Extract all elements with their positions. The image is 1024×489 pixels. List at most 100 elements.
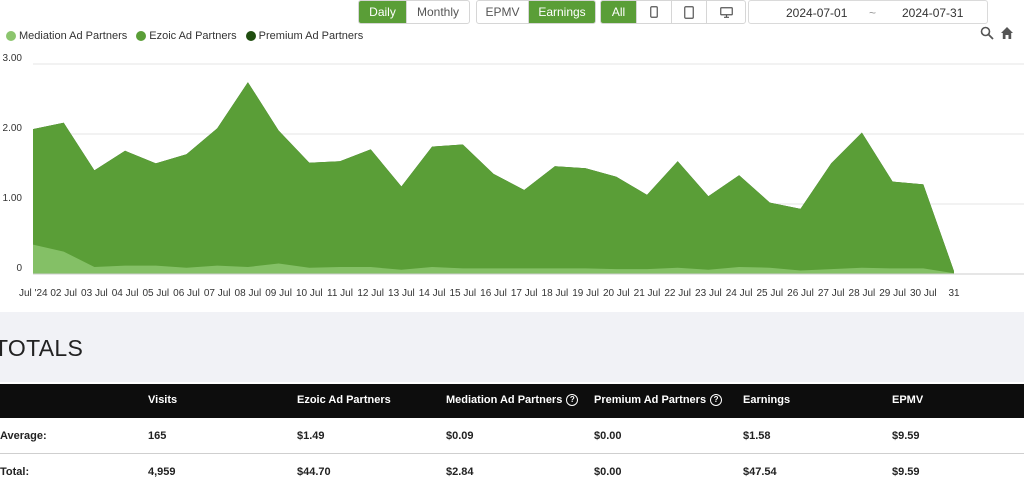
help-icon[interactable]: ? — [710, 394, 723, 406]
date-to[interactable]: 2024-07-31 — [902, 6, 963, 20]
cell-mediation: $2.84 — [446, 466, 474, 478]
x-tick-label: 21 Jul — [634, 288, 661, 299]
y-tick-label: 3.00 — [3, 53, 23, 64]
x-tick-label: 08 Jul — [235, 288, 262, 299]
x-tick-label: 27 Jul — [818, 288, 845, 299]
x-tick-label: 03 Jul — [81, 288, 108, 299]
cell-ezoic: $1.49 — [297, 430, 325, 442]
date-range-picker[interactable]: 2024-07-01 ~ 2024-07-31 — [748, 0, 988, 24]
cell-premium: $0.00 — [594, 466, 622, 478]
x-tick-label: 09 Jul — [265, 288, 292, 299]
desktop-button[interactable] — [707, 1, 745, 23]
row-label: Average: — [0, 430, 47, 442]
x-tick-label: Jul '24 — [19, 288, 48, 299]
legend-mediation-label: Mediation Ad Partners — [19, 30, 128, 42]
legend-ezoic[interactable]: Ezoic Ad Partners — [136, 30, 237, 42]
legend-ezoic-label: Ezoic Ad Partners — [149, 30, 237, 42]
home-icon[interactable] — [1000, 26, 1014, 40]
y-tick-label: 0 — [16, 263, 22, 274]
col-premium: Premium Ad Partners? — [594, 394, 723, 406]
legend-premium-marker — [245, 31, 256, 41]
x-tick-label: 31 — [948, 288, 960, 299]
col-mediation: Mediation Ad Partners? — [446, 394, 579, 406]
cell-epmv: $9.59 — [892, 430, 920, 442]
x-tick-label: 20 Jul — [603, 288, 630, 299]
col-visits-label: Visits — [148, 394, 178, 406]
legend-mediation-marker — [6, 31, 16, 41]
x-tick-label: 15 Jul — [449, 288, 476, 299]
cell-visits: 165 — [148, 430, 167, 442]
x-tick-label: 02 Jul — [50, 288, 77, 299]
zoom-icon[interactable] — [980, 26, 994, 40]
cell-ezoic: $44.70 — [297, 466, 331, 478]
x-tick-label: 10 Jul — [296, 288, 323, 299]
section-band — [0, 312, 1024, 382]
epmv-button[interactable]: EPMV — [477, 1, 529, 23]
cell-visits: 4,959 — [148, 466, 176, 478]
col-visits: Visits — [148, 394, 177, 406]
x-tick-label: 07 Jul — [204, 288, 231, 299]
x-tick-label: 19 Jul — [572, 288, 599, 299]
metric-toggle: EPMV Earnings — [476, 0, 596, 24]
x-tick-label: 14 Jul — [419, 288, 446, 299]
legend-premium[interactable]: Premium Ad Partners — [245, 30, 364, 42]
earnings-button[interactable]: Earnings — [529, 1, 595, 23]
totals-header: Visits Ezoic Ad Partners Mediation Ad Pa… — [0, 384, 1024, 418]
mobile-icon — [650, 6, 658, 18]
col-epmv-label: EPMV — [892, 394, 924, 406]
earnings-chart: 0 1.00 2.00 3.00 Jul '24 02 Jul 03 Jul 04 Jul 05… — [3, 53, 1024, 299]
col-epmv: EPMV — [892, 394, 923, 406]
x-tick-label: 11 Jul — [327, 288, 353, 299]
col-earnings-label: Earnings — [743, 394, 791, 406]
mobile-button[interactable] — [637, 1, 672, 23]
x-tick-label: 22 Jul — [664, 288, 691, 299]
x-tick-label: 13 Jul — [388, 288, 415, 299]
cell-earnings: $47.54 — [743, 466, 777, 478]
x-tick-label: 28 Jul — [849, 288, 876, 299]
x-tick-label: 25 Jul — [756, 288, 783, 299]
col-ezoic-label: Ezoic Ad Partners — [297, 394, 391, 406]
totals-title: TOTALS — [0, 335, 84, 361]
x-tick-label: 16 Jul — [480, 288, 507, 299]
desktop-icon — [719, 6, 733, 18]
tablet-button[interactable] — [672, 1, 707, 23]
date-from[interactable]: 2024-07-01 — [786, 6, 847, 20]
period-toggle: Daily Monthly — [358, 0, 470, 24]
date-separator: ~ — [869, 6, 877, 20]
x-tick-label: 04 Jul — [112, 288, 139, 299]
x-tick-label: 18 Jul — [542, 288, 569, 299]
daily-button[interactable]: Daily — [359, 1, 407, 23]
help-icon[interactable]: ? — [566, 394, 579, 406]
cell-premium: $0.00 — [594, 430, 622, 442]
x-tick-label: 26 Jul — [787, 288, 814, 299]
y-tick-label: 2.00 — [3, 123, 23, 134]
x-tick-label: 12 Jul — [357, 288, 384, 299]
cell-epmv: $9.59 — [892, 466, 920, 478]
x-tick-label: 17 Jul — [511, 288, 538, 299]
legend-premium-label: Premium Ad Partners — [258, 30, 364, 42]
x-tick-label: 29 Jul — [879, 288, 906, 299]
row-label: Total: — [0, 466, 30, 478]
cell-earnings: $1.58 — [743, 430, 771, 442]
col-earnings: Earnings — [743, 394, 790, 406]
col-premium-label: Premium Ad Partners — [594, 394, 707, 406]
table-row: Average: 165 $1.49 $0.09 $0.00 $1.58 $9.… — [0, 418, 1024, 453]
tablet-icon — [684, 5, 694, 19]
x-tick-label: 24 Jul — [726, 288, 753, 299]
chart-legend: Mediation Ad Partners Ezoic Ad Partners … — [6, 30, 372, 42]
ezoic-ad-partners-area — [33, 82, 954, 274]
x-tick-label: 05 Jul — [142, 288, 169, 299]
x-tick-label: 06 Jul — [173, 288, 200, 299]
legend-ezoic-marker — [136, 31, 147, 41]
all-devices-button[interactable]: All — [601, 1, 637, 23]
table-row: Total: 4,959 $44.70 $2.84 $0.00 $47.54 $… — [0, 453, 1024, 489]
x-tick-label: 30 Jul — [910, 288, 937, 299]
col-mediation-label: Mediation Ad Partners — [446, 394, 563, 406]
x-tick-label: 23 Jul — [695, 288, 722, 299]
y-tick-label: 1.00 — [3, 193, 23, 204]
col-ezoic: Ezoic Ad Partners — [297, 394, 391, 406]
device-toggle: All — [600, 0, 746, 24]
monthly-button[interactable]: Monthly — [407, 1, 469, 23]
legend-mediation[interactable]: Mediation Ad Partners — [6, 30, 127, 42]
cell-mediation: $0.09 — [446, 430, 474, 442]
